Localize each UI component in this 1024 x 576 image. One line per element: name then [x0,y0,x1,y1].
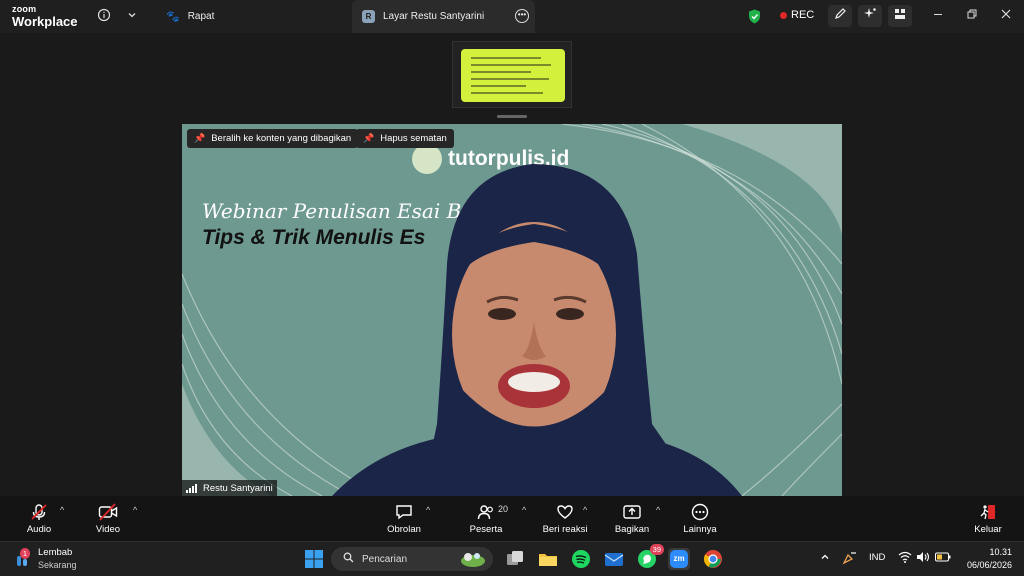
participants-count: 20 [498,504,509,514]
tab-share-avatar: R [362,10,375,23]
chat-bubble-icon [374,502,434,522]
rec-label: REC [791,9,815,21]
chat-options-chevron-icon[interactable]: ^ [426,505,430,515]
unpin-label: Hapus sematan [380,133,447,144]
speaker-figure [332,164,742,496]
thumbnail-drag-handle[interactable] [497,115,527,118]
thumbnail-line [471,71,531,73]
weather-widget[interactable]: 1 Lembab Sekarang [14,547,77,571]
clock-time: 10.31 [989,547,1012,557]
paw-icon: 🐾 [166,11,180,23]
tab-meeting[interactable]: 🐾 Rapat [158,0,222,33]
shared-content-thumbnail[interactable] [452,41,572,108]
participant-name-label: Restu Santyarini [182,480,277,496]
audio-options-chevron-icon[interactable]: ^ [60,505,64,515]
more-label: Lainnya [683,524,717,535]
thumbnail-line [471,92,543,94]
chat-button[interactable]: Obrolan [374,502,434,535]
leave-label: Keluar [974,524,1002,535]
title-bar: zoom Workplace 🐾 Rapat R Layar Restu San… [0,0,1024,33]
thumbnail-line [471,78,549,80]
reactions-label: Beri reaksi [542,524,588,535]
spotify-icon[interactable] [570,548,592,570]
thumbnail-line [471,57,541,59]
participants-options-chevron-icon[interactable]: ^ [522,505,526,515]
reactions-options-chevron-icon[interactable]: ^ [583,505,587,515]
tab-meeting-label: Rapat [187,11,215,22]
zoom-meeting-window: zoom Workplace 🐾 Rapat R Layar Restu San… [0,0,1024,576]
search-highlight-icon [461,553,485,567]
chat-label: Obrolan [387,524,421,535]
weather-humidity-icon: 1 [14,548,32,568]
weather-badge: 1 [19,548,30,559]
video-options-chevron-icon[interactable]: ^ [133,505,137,515]
task-view-icon[interactable] [504,548,526,570]
wifi-icon[interactable] [898,551,912,566]
speaker-video[interactable]: tutorpulis.id Webinar Penulisan Esai Be … [182,124,842,496]
volume-icon[interactable] [916,551,930,566]
meeting-toolbar: Audio ^ Video ^ Obrolan ^ Peserta 20 ^ B… [0,496,1024,541]
minimize-icon[interactable] [930,8,946,24]
participants-label: Peserta [469,524,503,535]
windows-start-icon[interactable] [303,548,325,570]
switch-to-shared-content-button[interactable]: 📌 Beralih ke konten yang dibagikan [187,129,359,148]
windows-taskbar: 1 Lembab Sekarang Pencarian 39 zm IND 10… [0,541,1024,576]
more-dots-icon [670,502,730,522]
pin-icon: 📌 [194,133,206,143]
camera-off-icon [78,502,138,522]
zoom-workplace-logo: zoom Workplace [12,4,78,29]
ai-companion-button[interactable] [858,5,882,27]
battery-icon[interactable] [935,552,951,565]
share-label: Bagikan [614,524,650,535]
video-button[interactable]: Video [78,502,138,535]
pen-tray-icon[interactable] [842,551,858,568]
logo-zoom-text: zoom [12,4,37,14]
unpin-button[interactable]: 📌 Hapus sematan [356,129,454,148]
thumbnail-line [471,85,526,87]
tab-share-label: Layar Restu Santyarini [383,11,485,22]
share-screen-icon [602,502,662,522]
restore-icon[interactable] [964,8,980,24]
signal-strength-icon [186,483,198,493]
encryption-shield-icon[interactable] [748,9,761,24]
apps-grid-button[interactable] [888,5,912,27]
weather-subtitle: Sekarang [38,560,77,570]
show-hidden-icons-chevron-icon[interactable] [820,552,830,565]
annotate-pen-button[interactable] [828,5,852,27]
search-placeholder: Pencarian [362,553,408,565]
logo-workplace-text: Workplace [12,14,78,29]
zoom-app-label: zm [670,550,688,568]
chevron-down-icon[interactable] [124,8,140,24]
share-button[interactable]: Bagikan [602,502,662,535]
more-options-icon[interactable]: ••• [515,9,529,23]
thumbnail-card [461,49,565,102]
share-options-chevron-icon[interactable]: ^ [656,505,660,515]
pin-icon: 📌 [363,133,375,143]
mail-icon[interactable] [603,548,625,570]
taskbar-clock[interactable]: 10.31 06/06/2026 [967,546,1012,572]
file-explorer-icon[interactable] [537,548,559,570]
chrome-icon[interactable] [702,548,724,570]
weather-title: Lembab [38,547,73,558]
search-icon [343,552,354,566]
switch-label: Beralih ke konten yang dibagikan [211,133,352,144]
close-icon[interactable] [998,8,1014,24]
info-icon[interactable] [96,8,112,24]
video-label: Video [95,524,121,535]
clock-date: 06/06/2026 [966,560,1012,570]
thumbnail-line [471,64,551,66]
exit-door-icon [958,502,1018,522]
leave-button[interactable]: Keluar [958,502,1018,535]
language-indicator[interactable]: IND [869,552,885,563]
record-dot-icon [780,11,787,19]
more-button[interactable]: Lainnya [670,502,730,535]
audio-label: Audio [26,524,52,535]
zoom-app-icon[interactable]: zm [668,548,690,570]
whatsapp-badge: 39 [649,544,664,555]
recording-indicator[interactable]: REC [780,9,814,21]
tab-shared-screen[interactable]: R Layar Restu Santyarini ••• [352,0,535,33]
taskbar-search[interactable]: Pencarian [331,547,493,571]
whatsapp-icon[interactable]: 39 [636,544,664,570]
participant-name: Restu Santyarini [203,482,273,494]
